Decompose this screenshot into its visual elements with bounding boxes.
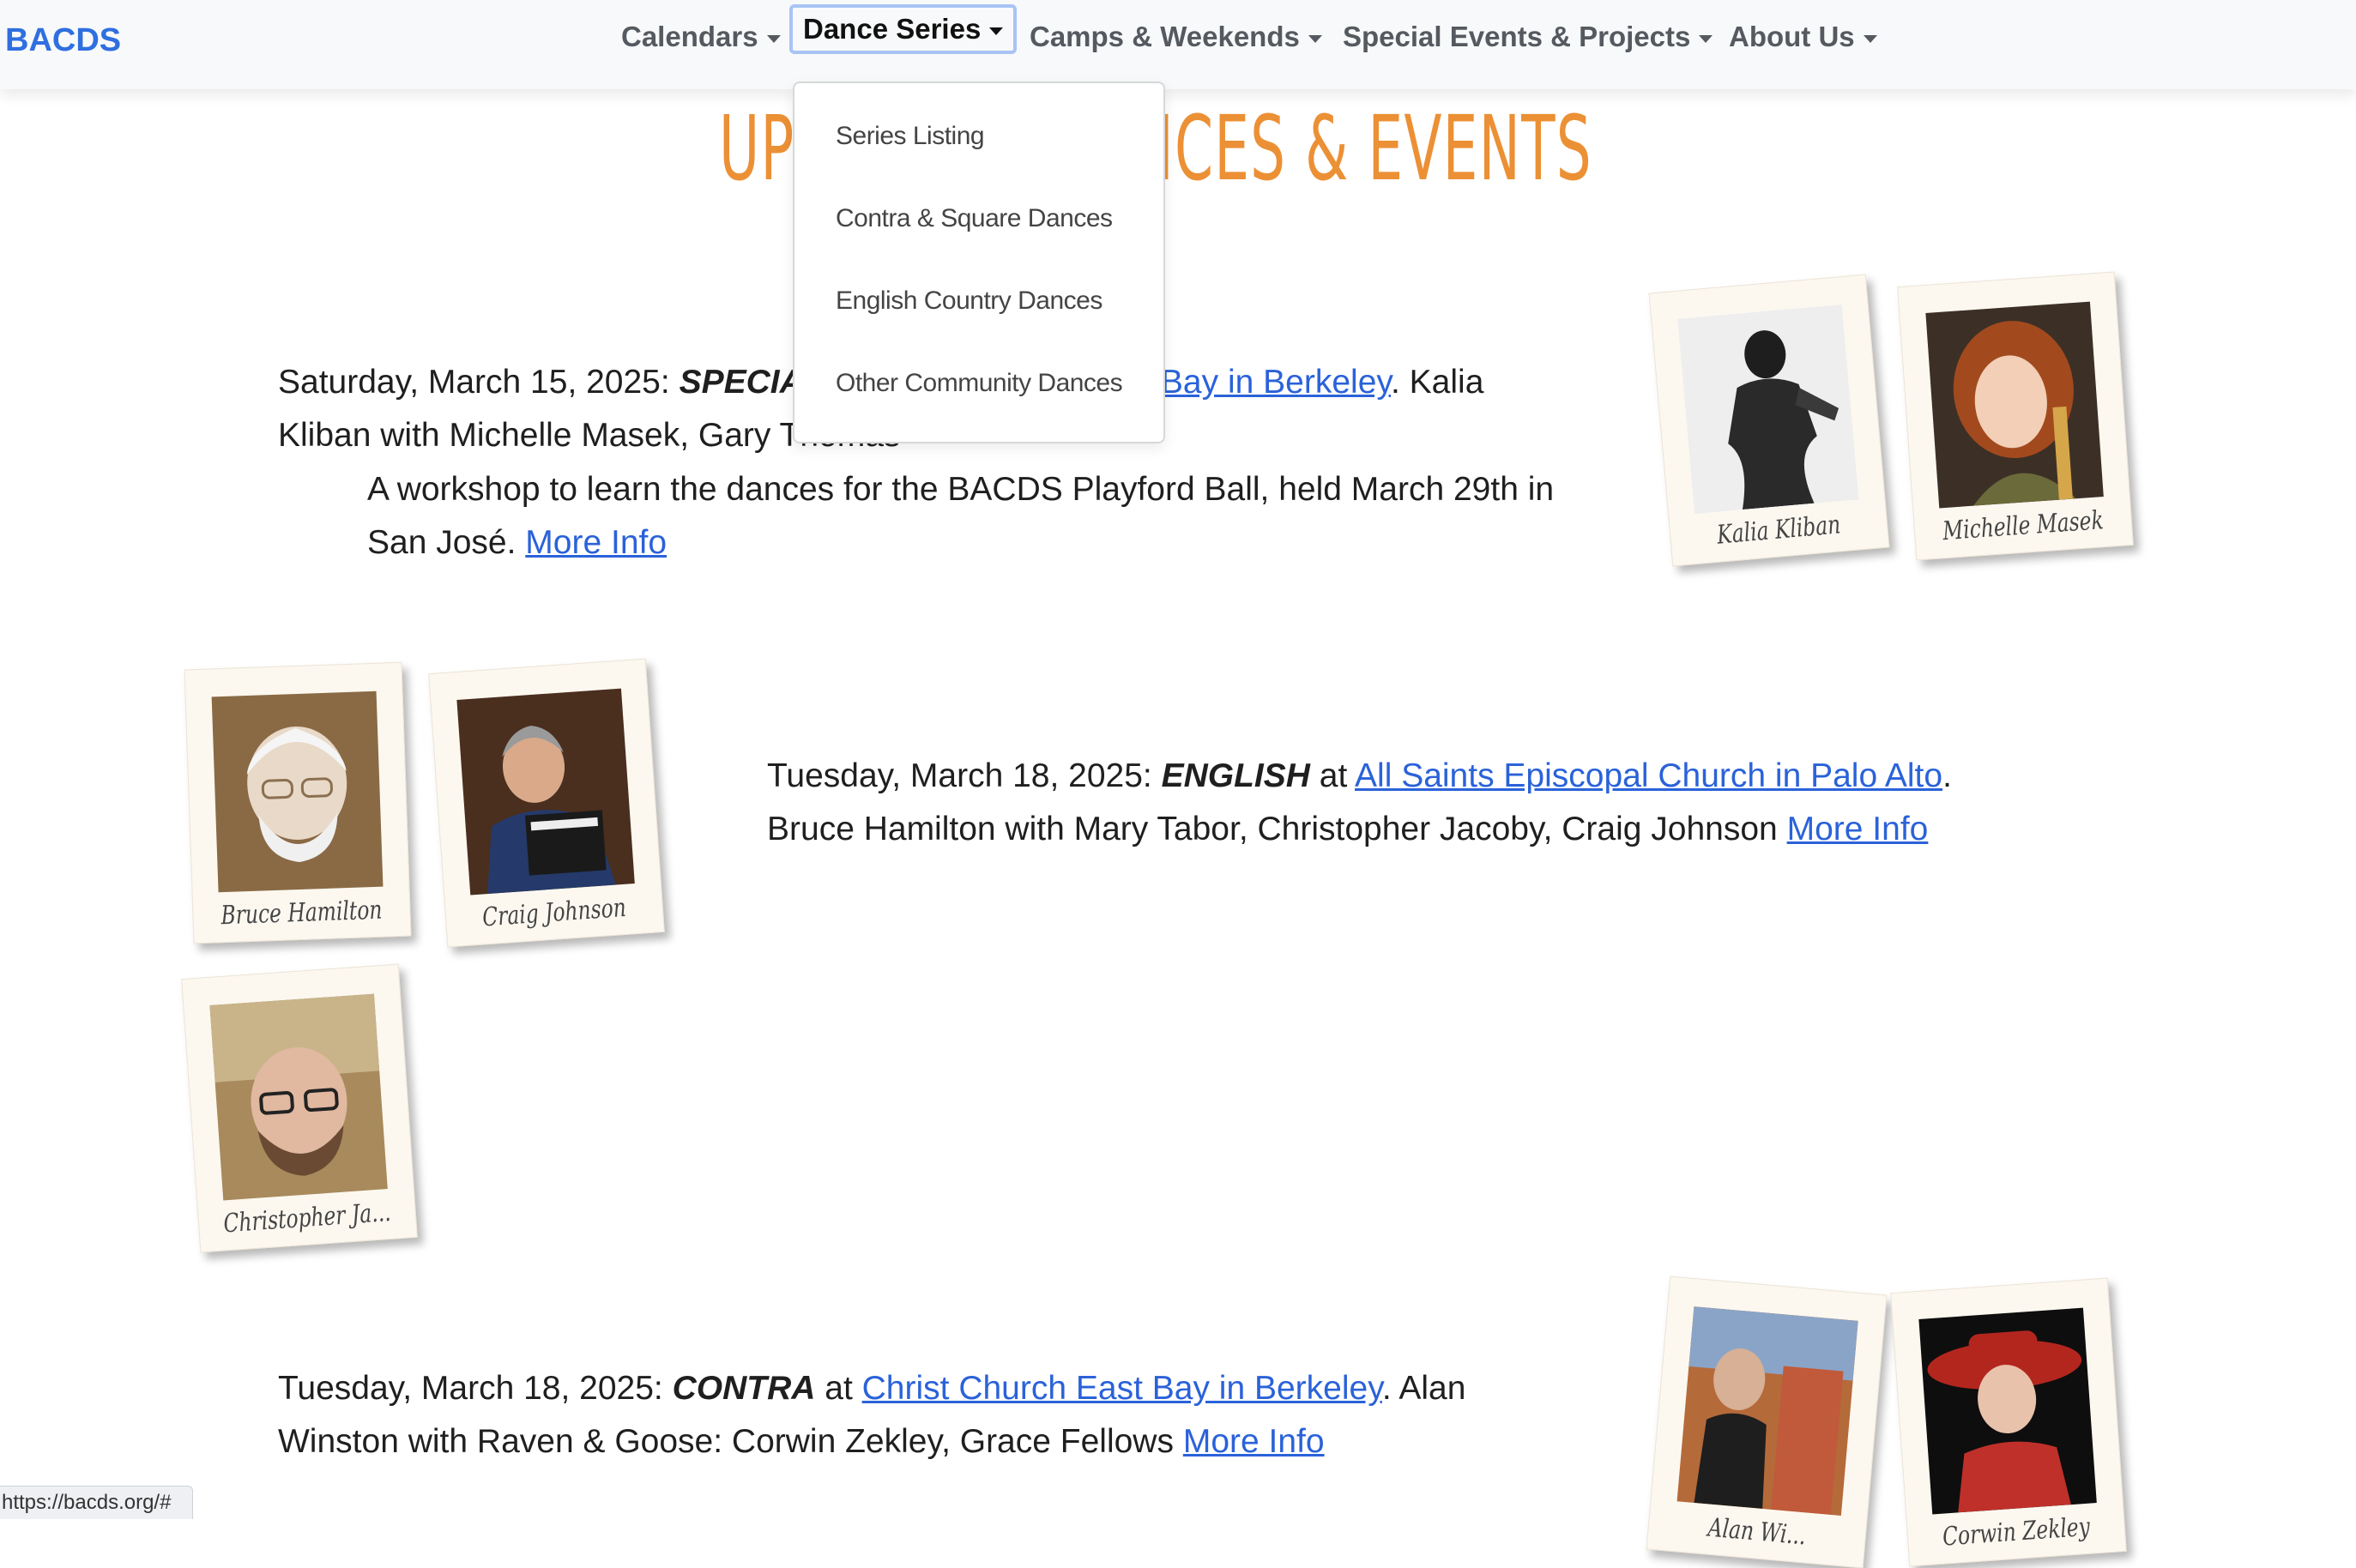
nav-about-us[interactable]: About Us — [1729, 21, 1877, 53]
performer-photo — [1677, 305, 1859, 514]
nav-dance-series[interactable]: Dance Series — [789, 4, 1018, 54]
nav-calendars[interactable]: Calendars — [621, 21, 781, 53]
dropdown-item-series-listing[interactable]: Series Listing — [836, 122, 985, 151]
status-bar-url: https://bacds.org/# — [0, 1486, 193, 1519]
event-people: Bruce Hamilton with Mary Tabor, Christop… — [767, 811, 1778, 847]
performer-photo — [209, 993, 388, 1201]
dropdown-item-english-country[interactable]: English Country Dances — [836, 286, 1102, 316]
nav-about-label: About Us — [1729, 21, 1855, 52]
dropdown-item-other-community[interactable]: Other Community Dances — [836, 369, 1123, 398]
performer-photo — [1918, 1307, 2097, 1515]
nav-camps-weekends[interactable]: Camps & Weekends — [1030, 21, 1322, 53]
event-date: Tuesday, March 18, 2025: — [278, 1370, 663, 1407]
chevron-down-icon — [1863, 34, 1877, 43]
performer-photo — [1925, 301, 2104, 509]
performer-photo — [211, 691, 384, 893]
dance-series-dropdown: Series Listing Contra & Square Dances En… — [793, 81, 1165, 443]
event-date: Tuesday, March 18, 2025: — [767, 757, 1152, 794]
performer-name: Kalia Kliban — [1715, 510, 1842, 551]
performer-name: Alan Wi... — [1707, 1512, 1808, 1552]
event-type: ENGLISH — [1161, 757, 1310, 794]
performer-photo-card[interactable]: Kalia Kliban — [1648, 274, 1890, 567]
performer-photo-card[interactable]: Corwin Zekley — [1890, 1277, 2127, 1567]
event-at: at — [825, 1370, 853, 1407]
performer-name: Michelle Masek — [1942, 505, 2105, 547]
event-at: at — [1319, 757, 1348, 794]
chevron-down-icon — [1308, 34, 1322, 43]
nav-special-label: Special Events & Projects — [1343, 21, 1691, 52]
event-listing: Tuesday, March 18, 2025: ENGLISH at All … — [767, 757, 1952, 847]
performer-name: Corwin Zekley — [1941, 1511, 2091, 1553]
venue-link[interactable]: Christ Church East Bay in Berkeley — [862, 1370, 1382, 1407]
nav-camps-label: Camps & Weekends — [1030, 21, 1300, 52]
event-listing: Tuesday, March 18, 2025: CONTRA at Chris… — [278, 1370, 1466, 1460]
more-info-link[interactable]: More Info — [1183, 1423, 1325, 1460]
event-description: A workshop to learn the dances for the B… — [367, 463, 1586, 570]
performer-photo-card[interactable]: Bruce Hamilton — [184, 661, 412, 944]
performer-name: Christopher Ja... — [222, 1197, 392, 1239]
performer-name: Craig Johnson — [481, 892, 627, 933]
chevron-down-icon — [766, 34, 781, 43]
brand-logo-link[interactable]: BACDS — [5, 22, 121, 59]
performer-name: Bruce Hamilton — [220, 895, 384, 932]
performer-photo-card[interactable]: Christopher Ja... — [181, 963, 418, 1253]
venue-link[interactable]: All Saints Episcopal Church in Palo Alto — [1355, 757, 1942, 794]
nav-special-events[interactable]: Special Events & Projects — [1343, 21, 1713, 53]
nav-calendars-label: Calendars — [621, 21, 758, 52]
more-info-link[interactable]: More Info — [1787, 811, 1929, 847]
performer-photo — [456, 688, 635, 896]
more-info-link[interactable]: More Info — [525, 524, 667, 561]
performer-photo-card[interactable]: Craig Johnson — [428, 658, 665, 948]
event-date: Saturday, March 15, 2025: — [278, 364, 670, 401]
performer-photo — [1676, 1306, 1858, 1516]
top-navbar: BACDS Calendars Dance Series Camps & Wee… — [0, 0, 2356, 89]
nav-dance-series-label: Dance Series — [803, 13, 982, 45]
performer-photo-card[interactable]: Alan Wi... — [1646, 1276, 1888, 1568]
chevron-down-icon — [989, 27, 1004, 35]
dropdown-item-contra-square[interactable]: Contra & Square Dances — [836, 204, 1113, 233]
performer-photo-card[interactable]: Michelle Masek — [1897, 271, 2134, 561]
event-type: CONTRA — [672, 1370, 816, 1407]
chevron-down-icon — [1699, 34, 1713, 43]
